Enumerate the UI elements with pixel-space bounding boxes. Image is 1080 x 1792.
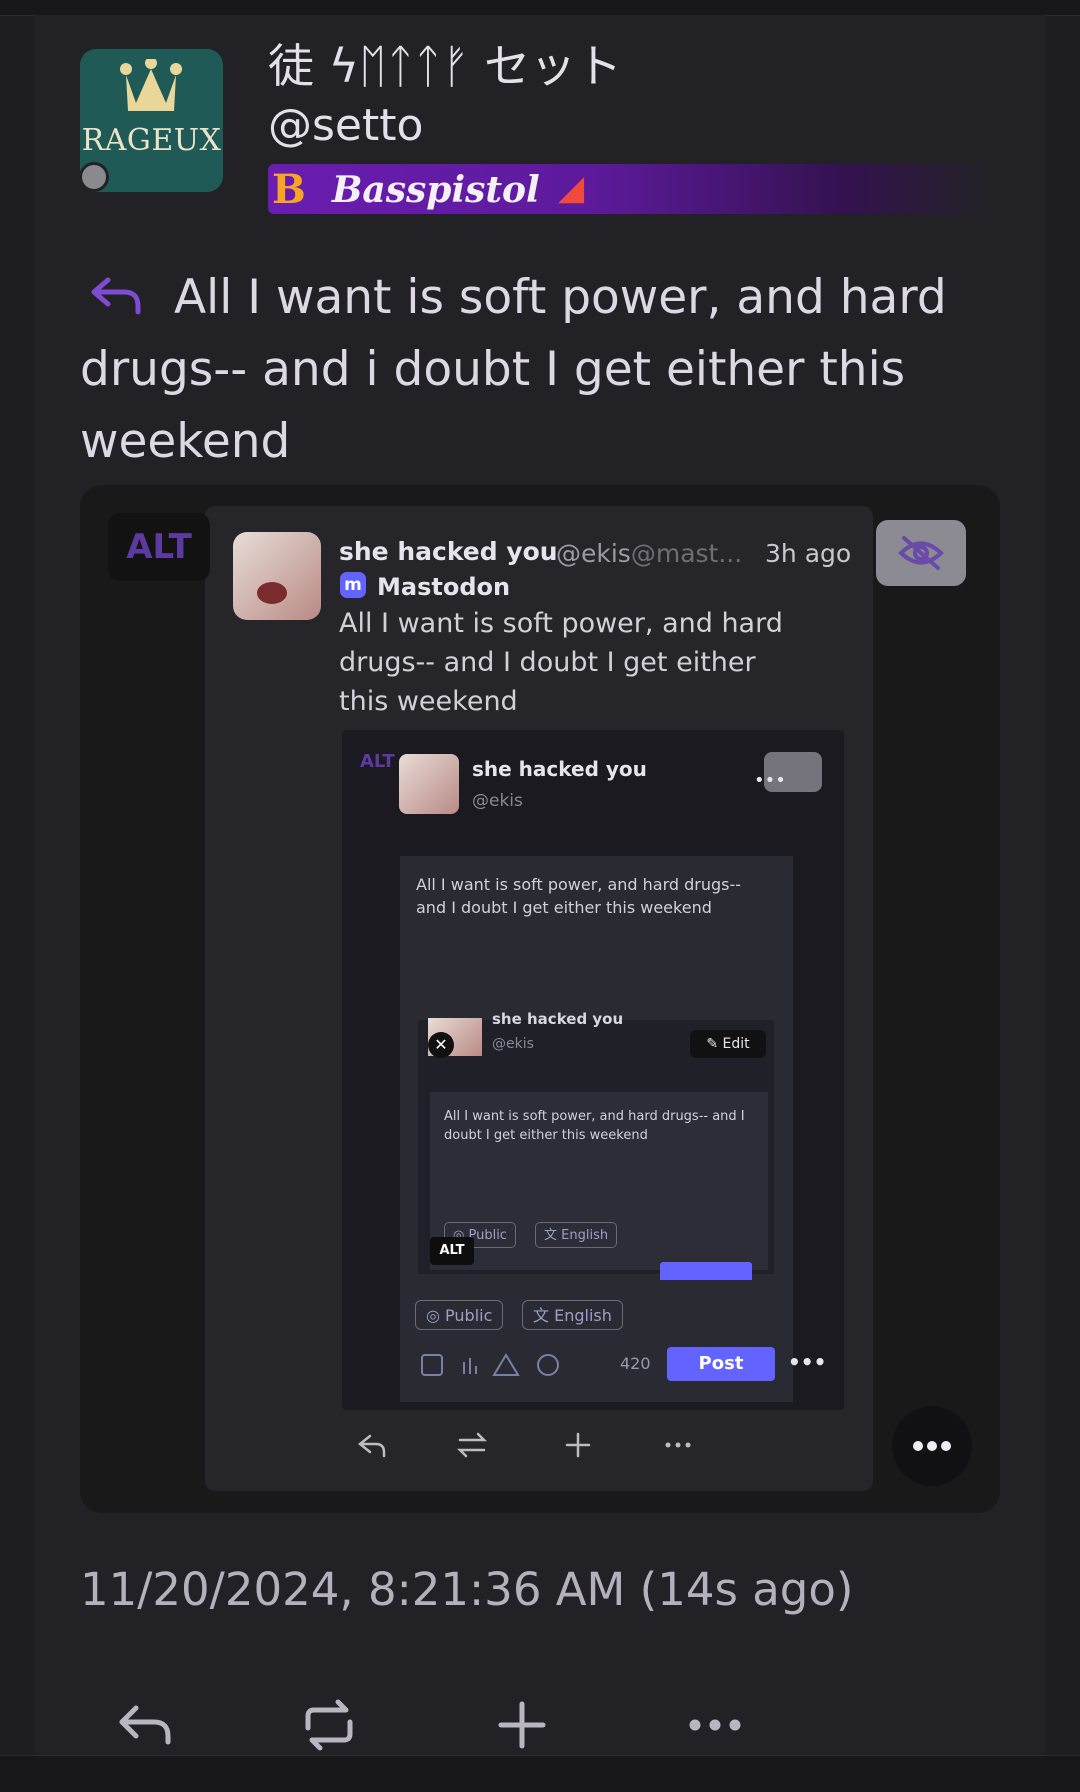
badge-label: Basspistol [332,169,540,211]
inner-language-pill: 文 English [535,1222,618,1248]
inner-post-text: All I want is soft power, and hard drugs… [444,1109,745,1143]
media-more-button[interactable] [892,1406,972,1486]
inner-author-name: she hacked you [492,1010,624,1028]
nested-char-count: 420 [620,1354,651,1373]
nested-language-pill: 文 English [522,1300,623,1330]
nested-alt-badge: ALT [360,751,395,772]
hide-media-button[interactable] [876,520,966,586]
inner-author-handle: @ekis [492,1036,534,1052]
presence-dot [79,162,109,192]
badge-initial: B [272,166,306,213]
more-icon [913,1441,951,1451]
screenshot-author-name: she hacked you [339,537,558,566]
nested-author-name: she hacked you [472,757,647,781]
crown-icon [120,59,182,111]
screenshot-avatar [233,532,321,620]
screenshot-app-name: Mastodon [377,573,511,601]
nested-visibility-pill: ◎ Public [415,1300,504,1330]
reply-button[interactable] [110,1690,180,1760]
post-content: All I want is soft power, and hard drugs… [80,270,947,469]
instance-badge[interactable]: B Basspistol ◢ [268,164,988,214]
nested-avatar [399,754,459,814]
inner-close-icon: ✕ [428,1032,454,1058]
post-timestamp[interactable]: 11/20/2024, 8:21:36 AM (14s ago) [80,1563,853,1616]
inner-post-button [660,1262,752,1280]
mastodon-icon: m [340,572,366,598]
nested-post-button: Post [667,1347,775,1381]
action-bar [80,1690,780,1760]
screenshot-author-handle: @ekis@mast... [556,539,743,568]
boost-button[interactable] [294,1690,364,1760]
more-button[interactable] [680,1690,750,1760]
megaphone-icon: ◢ [558,168,585,208]
screenshot-post-text: All I want is soft power, and hard drugs… [339,608,783,717]
bottom-bar [0,1755,1080,1792]
top-bar [0,0,1080,16]
nested-more-icon: ••• [754,770,786,791]
nested-post-text: All I want is soft power, and hard drugs… [416,875,742,917]
avatar-brand-text: RAGEUX [81,123,222,158]
alt-badge[interactable]: ALT [108,513,210,581]
nested-compose-tools [421,1353,559,1376]
author-handle[interactable]: @setto [268,100,423,151]
screenshot-action-bar [357,1432,691,1458]
eye-off-icon [898,536,944,570]
author-display-name[interactable]: 徒 ϟᛖᛏᛏᚠ セット [268,30,622,96]
add-button[interactable] [487,1690,557,1760]
inner-edit-button: ✎ Edit [690,1030,766,1058]
nested-author-handle: @ekis [472,791,523,811]
inner-alt-badge: ALT [430,1237,474,1265]
screenshot-time: 3h ago [765,539,852,568]
nested-more-icon-2: ••• [788,1350,827,1374]
